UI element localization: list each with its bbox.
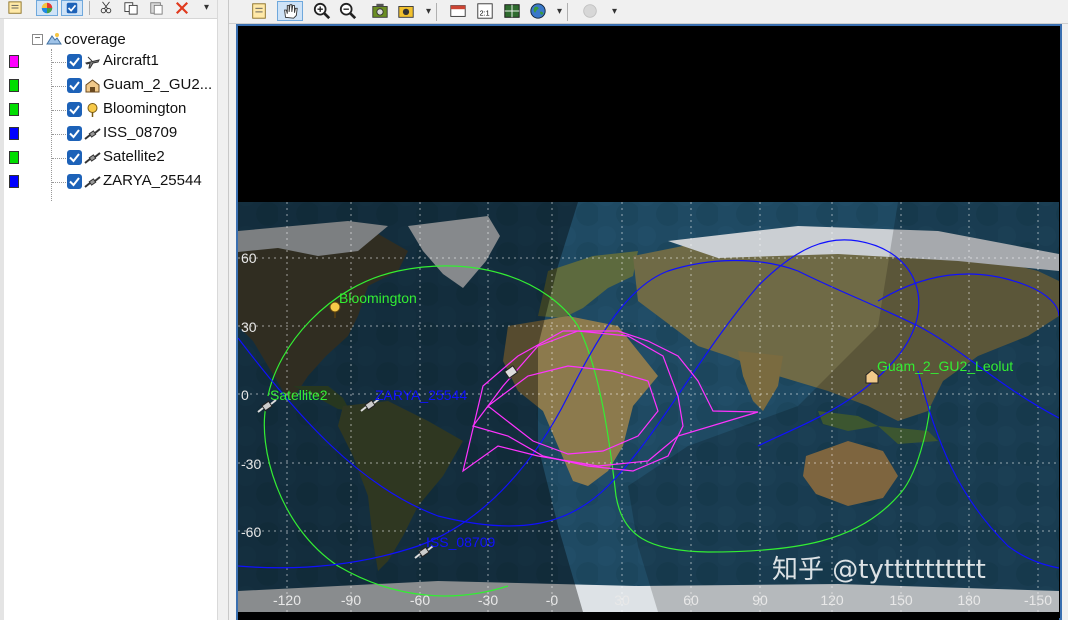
map-grid-icon[interactable] <box>501 1 523 21</box>
iss-label: ISS_08709 <box>426 534 495 550</box>
tree-item-label: ZARYA_25544 <box>103 172 202 189</box>
satellite-icon <box>84 176 101 188</box>
lat-label: 30 <box>241 319 257 335</box>
color-swatch[interactable] <box>9 55 19 68</box>
color-swatch[interactable] <box>9 151 19 164</box>
lon-label: -120 <box>273 592 301 608</box>
lon-label: 30 <box>614 592 630 608</box>
tree-root-coverage[interactable]: − coverage <box>32 29 126 49</box>
zarya-label: ZARYA_25544 <box>375 387 467 403</box>
map-layers-icon[interactable] <box>447 1 469 21</box>
color-swatch[interactable] <box>9 79 19 92</box>
tree-item-label: Bloomington <box>103 100 187 117</box>
visibility-checkbox[interactable] <box>67 126 82 141</box>
visibility-checkbox[interactable] <box>67 78 82 93</box>
lon-label: 90 <box>752 592 768 608</box>
lat-label: -30 <box>241 456 261 472</box>
visibility-checkbox[interactable] <box>67 150 82 165</box>
lon-label: -90 <box>341 592 361 608</box>
lon-label: 150 <box>889 592 913 608</box>
lat-label: 0 <box>241 387 249 403</box>
svg-text:2:1: 2:1 <box>480 9 490 18</box>
collapse-icon[interactable]: − <box>32 33 43 45</box>
lon-label: 120 <box>820 592 844 608</box>
lon-label: -30 <box>478 592 498 608</box>
place-icon <box>87 103 98 117</box>
globe-icon[interactable] <box>527 1 549 21</box>
lon-label: -150 <box>1024 592 1052 608</box>
object-toolbar: ▾ <box>0 0 217 19</box>
tree-item-guam[interactable]: Guam_2_GU2... <box>4 75 217 97</box>
toolbar-overflow-icon[interactable]: ▾ <box>557 6 562 17</box>
tree-root-label: coverage <box>64 30 126 48</box>
toolbar-overflow-icon[interactable]: ▾ <box>204 2 209 13</box>
tree-item-satellite2[interactable]: Satellite2 <box>4 147 217 169</box>
map-properties-icon[interactable] <box>247 1 271 21</box>
aspect-ratio-icon[interactable]: 2:1 <box>474 1 496 21</box>
lon-label: -60 <box>410 592 430 608</box>
tree-item-label: Aircraft1 <box>103 52 159 69</box>
tree-item-label: Guam_2_GU2... <box>103 76 213 93</box>
visibility-checkbox[interactable] <box>67 174 82 189</box>
guam-label: Guam_2_GU2_Leolut <box>877 358 1013 374</box>
tree-item-aircraft1[interactable]: Aircraft1 <box>4 51 217 73</box>
scenario-icon <box>46 33 62 45</box>
color-wheel-icon[interactable] <box>36 0 58 16</box>
satellite2-label: Satellite2 <box>270 387 328 403</box>
tree-item-bloomington[interactable]: Bloomington <box>4 99 217 121</box>
panel-splitter[interactable] <box>217 0 229 620</box>
visibility-checkbox[interactable] <box>67 102 82 117</box>
delete-icon[interactable] <box>171 0 193 16</box>
disabled-view-icon <box>579 1 601 21</box>
color-swatch[interactable] <box>9 175 19 188</box>
bloomington-label: Bloomington <box>339 290 417 306</box>
tree-item-zarya[interactable]: ZARYA_25544 <box>4 171 217 193</box>
color-swatch[interactable] <box>9 103 19 116</box>
cut-icon[interactable] <box>95 0 117 16</box>
2d-map-view[interactable]: Bloomington Guam_2_GU2_Leolut Satellite2… <box>238 26 1059 620</box>
check-all-icon[interactable] <box>61 0 83 16</box>
satellite-icon <box>84 152 101 164</box>
tree-item-label: ISS_08709 <box>103 124 178 141</box>
copy-icon[interactable] <box>120 0 142 16</box>
map-toolbar: ▾ 2:1 ▾ ▾ <box>229 0 1068 24</box>
paste-icon[interactable] <box>145 0 167 16</box>
lat-label: -60 <box>241 524 261 540</box>
properties-icon[interactable] <box>4 0 26 16</box>
pan-hand-icon[interactable] <box>277 1 303 21</box>
toolbar-overflow-icon[interactable]: ▾ <box>426 6 431 17</box>
zoom-in-icon[interactable] <box>311 1 333 21</box>
snapshot-icon[interactable] <box>369 1 391 21</box>
lon-label: 60 <box>683 592 699 608</box>
lon-label: 180 <box>957 592 981 608</box>
aircraft-icon <box>85 56 100 69</box>
tree-item-iss[interactable]: ISS_08709 <box>4 123 217 145</box>
camera-icon[interactable] <box>395 1 417 21</box>
color-swatch[interactable] <box>9 127 19 140</box>
zoom-out-icon[interactable] <box>337 1 359 21</box>
satellite-icon <box>84 128 101 140</box>
watermark-text: 知乎 @tytttttttttt <box>772 555 986 585</box>
toolbar-overflow-icon[interactable]: ▾ <box>612 6 617 17</box>
night-terminator-shadow <box>238 202 583 612</box>
tree-item-label: Satellite2 <box>103 148 165 165</box>
visibility-checkbox[interactable] <box>67 54 82 69</box>
lat-label: 60 <box>241 250 257 266</box>
facility-icon <box>85 79 100 93</box>
lon-label: -0 <box>546 592 559 608</box>
object-browser: − coverage Aircraft1 Guam_2_GU2... Bloom… <box>0 19 217 620</box>
